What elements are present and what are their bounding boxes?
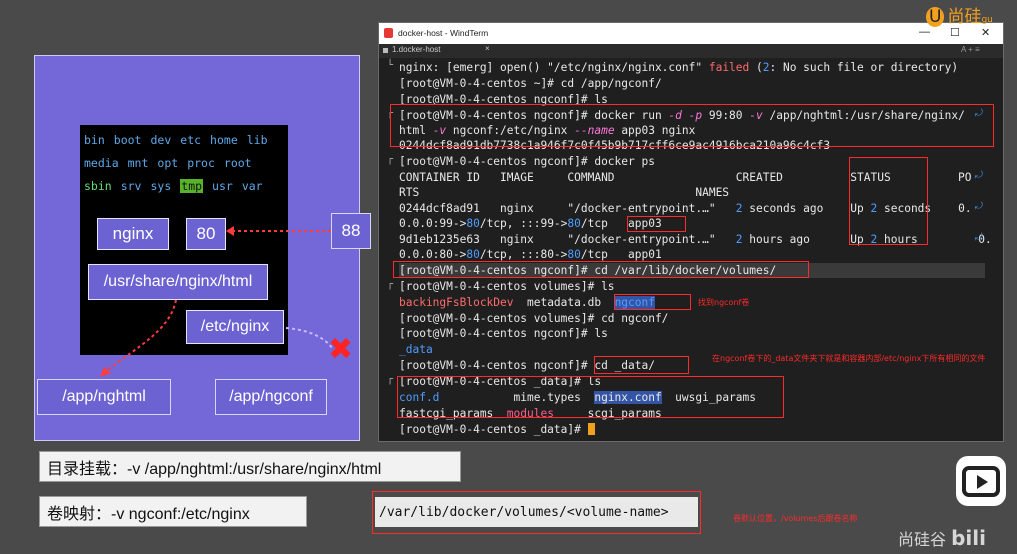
fold-marker: ┌ (387, 279, 394, 290)
video-play-button[interactable] (956, 456, 1006, 506)
tab-actions[interactable]: A + ≡ (961, 45, 980, 54)
terminal-line: 0244dcf8ad91 nginx "/docker-entrypoint.…… (399, 202, 972, 215)
conf-mount-connector (285, 327, 333, 349)
window-titlebar: docker-host - WindTerm — ☐ ✕ (379, 23, 1003, 44)
fold-marker: └ (387, 60, 394, 71)
fold-marker: ┌ (387, 154, 394, 165)
terminal-line: [root@VM-0-4-centos ngconf]# cd /var/lib… (399, 263, 985, 278)
terminal-line: [root@VM-0-4-centos ngconf]# docker run … (399, 109, 965, 122)
terminal-line: [root@VM-0-4-centos volumes]# cd ngconf/ (399, 312, 669, 325)
volume-default-path: /var/lib/docker/volumes/<volume-name> (375, 497, 698, 527)
app-icon (384, 28, 393, 38)
wrap-marker-icon: ⤾ (974, 170, 983, 181)
data-folder-note: 在ngconf卷下的_data文件夹下就是和容器内部/etc/nginx下所有相… (712, 354, 986, 363)
close-button[interactable]: ✕ (981, 26, 990, 39)
terminal-line: CONTAINER ID IMAGE COMMAND CREATED STATU… (399, 171, 972, 184)
brand-mark-icon: U (926, 7, 945, 27)
windterm-window: docker-host - WindTerm — ☐ ✕ 1.docker-ho… (378, 22, 1004, 442)
wrap-marker-icon: ⤾ (974, 108, 983, 119)
terminal-line: [root@VM-0-4-centos ngconf]# ls (399, 327, 608, 340)
volume-path-note: 卷默认位置，/volumes后跟卷名称 (733, 514, 858, 523)
terminal-line: RTS NAMES (399, 186, 730, 199)
wrap-marker-icon: ⤾ (974, 201, 983, 212)
brand-logo-top: U 尚硅gu (926, 2, 993, 27)
tab-close-icon[interactable]: × (485, 44, 490, 53)
terminal-line: backingFsBlockDev metadata.db ngconf (399, 296, 655, 309)
terminal-line: [root@VM-0-4-centos _data]# ls (399, 375, 602, 388)
cross-icon: ✖ (328, 332, 354, 367)
brand-logo-bottom: 尚硅谷 bili (898, 526, 986, 550)
terminal-line: [root@VM-0-4-centos ~]# cd /app/ngconf/ (399, 77, 662, 90)
terminal-line: conf.d mime.types nginx.conf uwsgi_param… (399, 391, 756, 404)
terminal-line: 0.0.0:99->80/tcp, :::99->80/tcp app03 (399, 217, 662, 230)
terminal-line: _data (399, 343, 433, 356)
found-volume-note: 找到ngconf卷 (698, 298, 750, 307)
terminal-line: fastcgi_params modules scgi_params (399, 407, 662, 420)
dir-mount-caption: 目录挂载：-v /app/nghtml:/usr/share/nginx/htm… (39, 451, 461, 482)
terminal-line: [root@VM-0-4-centos ngconf]# cd _data/ (399, 359, 655, 372)
terminal-line: [root@VM-0-4-centos ngconf]# ls (399, 93, 608, 106)
tab-bar: 1.docker-host × A + ≡ (379, 44, 1003, 58)
wrap-marker-icon: ⤾ (974, 232, 983, 243)
minimize-button[interactable]: — (919, 26, 930, 38)
tab-docker-host[interactable]: 1.docker-host (392, 45, 440, 54)
volume-mount-caption: 卷映射：-v ngconf:/etc/nginx (39, 496, 307, 527)
play-icon (962, 466, 1000, 497)
window-title: docker-host - WindTerm (398, 28, 489, 38)
terminal-line: 9d1eb1235e63 nginx "/docker-entrypoint.…… (399, 233, 992, 246)
terminal-line: html -v ngconf:/etc/nginx --name app03 n… (399, 124, 696, 137)
port-arrow-icon (226, 226, 234, 236)
terminal-line: 0.0.0:80->80/tcp, :::80->80/tcp app01 (399, 248, 662, 261)
terminal-output[interactable]: └ nginx: [emerg] open() "/etc/nginx/ngin… (379, 58, 992, 441)
terminal-line: nginx: [emerg] open() "/etc/nginx/nginx.… (399, 61, 959, 74)
fold-marker: ┌ (387, 108, 394, 119)
terminal-prompt[interactable]: [root@VM-0-4-centos _data]# (399, 422, 595, 437)
tab-icon (383, 48, 388, 53)
html-mount-connector (104, 299, 177, 373)
maximize-button[interactable]: ☐ (950, 26, 960, 39)
terminal-line: [root@VM-0-4-centos ngconf]# docker ps (399, 155, 655, 168)
terminal-line: [root@VM-0-4-centos volumes]# ls (399, 280, 615, 293)
fold-marker: ┌ (387, 374, 394, 385)
terminal-line: 0244dcf8ad91db7738c1a946f7c0f45b9b717cff… (399, 139, 831, 152)
cursor (587, 423, 595, 435)
